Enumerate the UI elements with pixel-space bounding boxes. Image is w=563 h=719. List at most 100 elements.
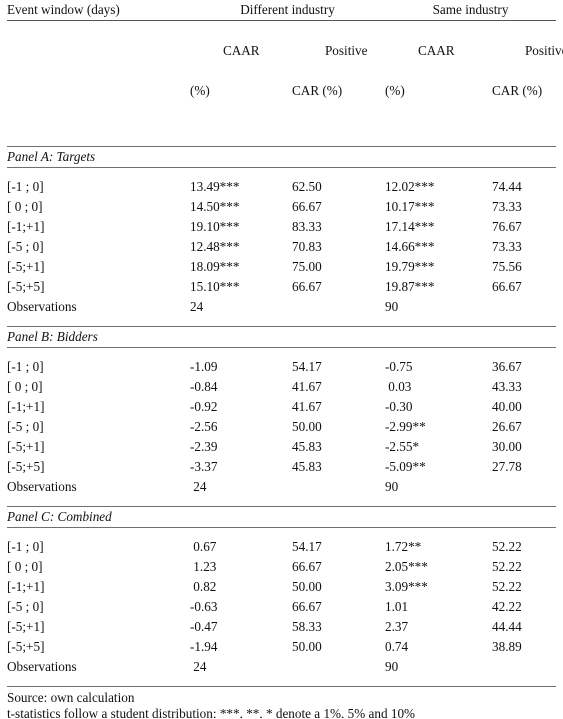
observations-label: Observations xyxy=(7,659,77,674)
same-positive-car-value: 42.22 xyxy=(492,599,522,614)
column-header-same-positive-car-line2: CAR (%) xyxy=(492,83,543,98)
diff-positive-car-value: 66.67 xyxy=(292,199,322,214)
diff-positive-car-value: 50.00 xyxy=(292,579,322,594)
diff-caar-value: 18.09*** xyxy=(190,259,240,274)
table-row: [-1 ; 0] 13.49*** 62.50 12.02*** 74.44 xyxy=(7,177,556,197)
diff-caar-value: 12.48*** xyxy=(190,239,240,254)
diff-positive-car-value: 70.83 xyxy=(292,239,322,254)
same-caar-value: 1.72** xyxy=(385,539,422,554)
observations-label: Observations xyxy=(7,479,77,494)
same-caar-value: 2.37 xyxy=(385,619,409,634)
diff-caar-value: 1.23 xyxy=(190,559,217,574)
event-window-label: [-5;+1] xyxy=(7,439,45,454)
same-caar-value: -2.55* xyxy=(385,439,420,454)
diff-caar-value: -0.92 xyxy=(190,399,218,414)
column-header-blank xyxy=(7,21,190,141)
event-study-table: Event window (days) Different industry S… xyxy=(0,0,563,719)
same-positive-car-value: 74.44 xyxy=(492,179,522,194)
observations-row: Observations 24 90 xyxy=(7,657,556,677)
column-header-same-positive-car-line1: Positive xyxy=(524,43,563,58)
column-header-diff-caar-line2: (%) xyxy=(190,83,210,98)
event-window-label: [-5;+5] xyxy=(7,279,45,294)
table-row: [-5 ; 0] -0.63 66.67 1.01 42.22 xyxy=(7,597,556,617)
observations-blank xyxy=(492,297,556,317)
group-header-same-industry: Same industry xyxy=(432,2,509,17)
column-header-same-caar-line1: CAAR xyxy=(417,43,455,58)
table-row: [-5;+1] -2.39 45.83 -2.55* 30.00 xyxy=(7,437,556,457)
diff-caar-value: 13.49*** xyxy=(190,179,240,194)
same-positive-car-value: 44.44 xyxy=(492,619,522,634)
event-window-label: [-5 ; 0] xyxy=(7,599,44,614)
panel-title-row-a: Panel A: Targets xyxy=(7,147,556,167)
diff-positive-car-value: 66.67 xyxy=(292,279,322,294)
panel-title-a: Panel A: Targets xyxy=(7,149,96,164)
diff-caar-value: -0.47 xyxy=(190,619,218,634)
table-row: [-5;+1] 18.09*** 75.00 19.79*** 75.56 xyxy=(7,257,556,277)
table-row: [-1;+1] -0.92 41.67 -0.30 40.00 xyxy=(7,397,556,417)
same-positive-car-value: 52.22 xyxy=(492,559,522,574)
same-positive-car-value: 36.67 xyxy=(492,359,522,374)
stub-header: Event window (days) xyxy=(7,2,120,17)
event-window-label: [-5 ; 0] xyxy=(7,419,44,434)
same-caar-value: -0.30 xyxy=(385,399,413,414)
event-window-label: [-1;+1] xyxy=(7,219,45,234)
diff-positive-car-value: 58.33 xyxy=(292,619,322,634)
source-note: Source: own calculation xyxy=(7,690,135,705)
diff-positive-car-value: 50.00 xyxy=(292,419,322,434)
caar-results-table: Event window (days) Different industry S… xyxy=(7,0,563,687)
panel-title-row-c: Panel C: Combined xyxy=(7,507,556,527)
same-caar-value: -2.99** xyxy=(385,419,426,434)
table-row: [ 0 ; 0] 1.23 66.67 2.05*** 52.22 xyxy=(7,557,556,577)
group-header-row: Event window (days) Different industry S… xyxy=(7,0,556,20)
significance-note: t-statistics follow a student distributi… xyxy=(7,705,416,718)
diff-caar-value: -1.09 xyxy=(190,359,218,374)
column-header-diff-caar: CAAR (%) xyxy=(190,21,292,141)
observations-diff-value: 24 xyxy=(190,299,204,314)
observations-blank xyxy=(492,477,556,497)
diff-positive-car-value: 66.67 xyxy=(292,559,322,574)
observations-same-value: 90 xyxy=(385,299,399,314)
event-window-label: [-5;+5] xyxy=(7,459,45,474)
diff-caar-value: -0.63 xyxy=(190,599,218,614)
diff-caar-value: -1.94 xyxy=(190,639,218,654)
panel-title-c: Panel C: Combined xyxy=(7,509,112,524)
diff-caar-value: -2.56 xyxy=(190,419,218,434)
diff-positive-car-value: 83.33 xyxy=(292,219,322,234)
table-row: [-5 ; 0] -2.56 50.00 -2.99** 26.67 xyxy=(7,417,556,437)
same-positive-car-value: 52.22 xyxy=(492,539,522,554)
diff-positive-car-value: 54.17 xyxy=(292,359,322,374)
same-caar-value: 2.05*** xyxy=(385,559,428,574)
table-row: [ 0 ; 0] -0.84 41.67 0.03 43.33 xyxy=(7,377,556,397)
table-row: [-5;+5] -1.94 50.00 0.74 38.89 xyxy=(7,637,556,657)
column-header-same-caar: CAAR (%) xyxy=(385,21,492,141)
event-window-label: [ 0 ; 0] xyxy=(7,379,43,394)
same-caar-value: 19.87*** xyxy=(385,279,435,294)
diff-positive-car-value: 54.17 xyxy=(292,539,322,554)
observations-row: Observations 24 90 xyxy=(7,477,556,497)
table-row: [-5;+5] -3.37 45.83 -5.09** 27.78 xyxy=(7,457,556,477)
same-caar-value: 14.66*** xyxy=(385,239,435,254)
same-caar-value: -0.75 xyxy=(385,359,413,374)
diff-caar-value: -2.39 xyxy=(190,439,218,454)
same-positive-car-value: 66.67 xyxy=(492,279,522,294)
column-header-same-caar-line2: (%) xyxy=(385,83,405,98)
observations-blank xyxy=(292,477,385,497)
same-positive-car-value: 76.67 xyxy=(492,219,522,234)
observations-same-value: 90 xyxy=(385,479,399,494)
column-header-diff-positive-car-line2: CAR (%) xyxy=(292,83,343,98)
diff-positive-car-value: 45.83 xyxy=(292,439,322,454)
event-window-label: [-5;+1] xyxy=(7,619,45,634)
same-caar-value: -5.09** xyxy=(385,459,426,474)
same-positive-car-value: 30.00 xyxy=(492,439,522,454)
same-caar-value: 0.03 xyxy=(385,379,412,394)
diff-positive-car-value: 41.67 xyxy=(292,399,322,414)
table-row: [-1;+1] 0.82 50.00 3.09*** 52.22 xyxy=(7,577,556,597)
same-positive-car-value: 27.78 xyxy=(492,459,522,474)
event-window-label: [-1;+1] xyxy=(7,399,45,414)
observations-row: Observations 24 90 xyxy=(7,297,556,317)
same-positive-car-value: 43.33 xyxy=(492,379,522,394)
same-caar-value: 19.79*** xyxy=(385,259,435,274)
observations-same-value: 90 xyxy=(385,659,399,674)
same-caar-value: 17.14*** xyxy=(385,219,435,234)
observations-blank xyxy=(492,657,556,677)
